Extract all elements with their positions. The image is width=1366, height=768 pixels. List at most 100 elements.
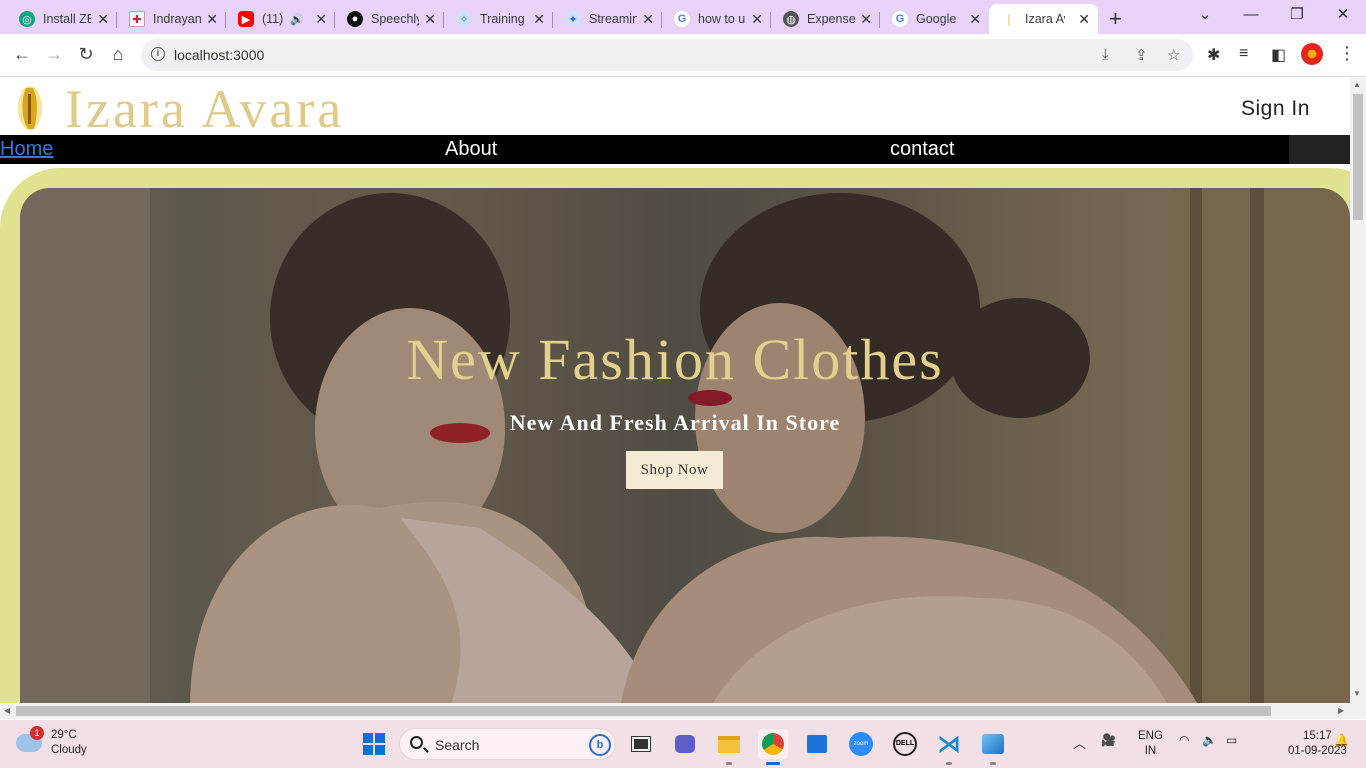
scroll-right-icon[interactable]: ▶ xyxy=(1338,706,1344,715)
browser-tab[interactable]: ✦ Streamin ✕ xyxy=(553,4,662,34)
home-icon[interactable]: ⌂ xyxy=(106,44,130,65)
streamlit-icon: ✦ xyxy=(565,11,581,27)
close-tab-icon[interactable]: ✕ xyxy=(315,11,327,27)
search-icon xyxy=(410,736,423,749)
browser-tab[interactable]: G Google ✕ xyxy=(880,4,989,34)
browser-tab-active[interactable]: ❘ Izara Av ✕ xyxy=(989,4,1098,34)
nav-about-link[interactable]: About xyxy=(445,138,497,161)
shop-now-button[interactable]: Shop Now xyxy=(626,451,723,489)
close-tab-icon[interactable]: ✕ xyxy=(533,11,545,27)
bookmark-star-icon[interactable]: ☆ xyxy=(1167,46,1180,64)
media-controls-icon[interactable]: ≡ xyxy=(1239,45,1248,63)
site-logo-icon: ❘ xyxy=(1004,13,1014,26)
new-tab-button[interactable]: + xyxy=(1109,6,1122,32)
sign-in-link[interactable]: Sign In xyxy=(1241,97,1310,121)
browser-tab[interactable]: ✧ Training ✕ xyxy=(444,4,553,34)
show-hidden-icons-icon[interactable]: ︿ xyxy=(1073,733,1086,752)
scroll-left-icon[interactable]: ◀ xyxy=(4,706,10,715)
extensions-icon[interactable]: ✱ xyxy=(1207,45,1220,65)
active-app-indicator xyxy=(766,762,780,765)
window-controls: ⌄ — ❐ ✕ xyxy=(1182,0,1366,34)
vscode-icon[interactable]: ⋊ xyxy=(934,729,964,759)
file-explorer-icon[interactable] xyxy=(714,729,744,759)
vertical-scrollbar[interactable]: ▲ ▼ xyxy=(1350,78,1366,703)
browser-tab[interactable]: ▶ (11) 🔊 ✕ xyxy=(226,4,335,34)
brand-name[interactable]: Izara Avara xyxy=(65,78,344,140)
photos-icon[interactable] xyxy=(978,729,1008,759)
running-app-indicator xyxy=(946,762,952,765)
tab-search-icon[interactable]: ⌄ xyxy=(1182,0,1228,34)
browser-tab[interactable]: ✚ Indrayani ✕ xyxy=(117,4,226,34)
language-indicator[interactable]: ENG IN xyxy=(1138,729,1163,759)
meet-now-icon[interactable]: 🎥 xyxy=(1101,733,1116,747)
share-icon[interactable]: ⇪ xyxy=(1135,46,1148,64)
teams-chat-icon[interactable] xyxy=(670,729,700,759)
audio-playing-icon[interactable]: 🔊 xyxy=(290,13,304,26)
close-tab-icon[interactable]: ✕ xyxy=(97,11,109,27)
nav-filler xyxy=(1289,135,1350,164)
weather-widget[interactable]: 1 29°C Cloudy xyxy=(16,726,87,758)
running-app-indicator xyxy=(990,762,996,765)
reload-icon[interactable]: ↻ xyxy=(74,44,98,65)
taskbar-search[interactable]: Search b xyxy=(399,728,616,760)
browser-toolbar: ← → ↻ ⌂ i localhost:3000 ⤓ ⇪ ☆ ✱ ≡ ◧ ⋮ xyxy=(0,34,1366,77)
microsoft-store-icon[interactable] xyxy=(802,729,832,759)
notification-center-icon[interactable]: 🔔 xyxy=(1334,733,1349,747)
forward-icon[interactable]: → xyxy=(42,44,66,65)
address-bar[interactable]: i localhost:3000 ⤓ ⇪ ☆ xyxy=(141,39,1193,71)
battery-icon[interactable]: ▭ xyxy=(1226,733,1237,747)
browser-menu-icon[interactable]: ⋮ xyxy=(1338,43,1356,64)
horizontal-scroll-thumb[interactable] xyxy=(16,706,1271,716)
site-info-icon[interactable]: i xyxy=(151,47,165,61)
task-view-icon[interactable] xyxy=(626,729,656,759)
url-text[interactable]: localhost:3000 xyxy=(174,47,264,63)
github-icon: ● xyxy=(347,11,363,27)
close-tab-icon[interactable]: ✕ xyxy=(860,11,872,27)
side-panel-icon[interactable]: ◧ xyxy=(1271,45,1286,65)
back-icon[interactable]: ← xyxy=(10,44,34,65)
restore-button[interactable]: ❐ xyxy=(1274,0,1320,34)
close-window-button[interactable]: ✕ xyxy=(1320,0,1366,34)
web-page: Izara Avara Sign In Home About contact N… xyxy=(0,78,1350,703)
close-tab-icon[interactable]: ✕ xyxy=(424,11,436,27)
zoom-icon[interactable]: zoom xyxy=(846,729,876,759)
hero-subtitle: New And Fresh Arrival In Store xyxy=(509,410,841,435)
dell-icon[interactable]: DELL xyxy=(890,729,920,759)
chrome-icon[interactable] xyxy=(758,729,788,759)
google-icon: G xyxy=(674,11,690,27)
nav-contact-link[interactable]: contact xyxy=(890,138,954,161)
scroll-up-icon[interactable]: ▲ xyxy=(1353,80,1361,89)
browser-tab[interactable]: ◎ Install ZE ✕ xyxy=(0,4,117,34)
browser-tab[interactable]: G how to u ✕ xyxy=(662,4,771,34)
nav-home-link[interactable]: Home xyxy=(0,138,53,161)
close-tab-icon[interactable]: ✕ xyxy=(642,11,654,27)
windows-taskbar: 1 29°C Cloudy Search b zoom DELL ⋊ ︿ 🎥 E… xyxy=(0,720,1366,768)
browser-tab[interactable]: ◍ Expense ✕ xyxy=(771,4,880,34)
close-tab-icon[interactable]: ✕ xyxy=(751,11,763,27)
site-header: Izara Avara Sign In xyxy=(0,78,1350,139)
install-app-icon[interactable]: ⤓ xyxy=(1102,46,1109,63)
hero-banner: New Fashion Clothes New And Fresh Arriva… xyxy=(20,188,1350,703)
minimize-button[interactable]: — xyxy=(1228,0,1274,34)
browser-tab[interactable]: ● Speechly ✕ xyxy=(335,4,444,34)
vertical-scroll-thumb[interactable] xyxy=(1353,94,1363,220)
wifi-icon[interactable]: ◠ xyxy=(1179,733,1189,747)
close-tab-icon[interactable]: ✕ xyxy=(1078,11,1090,27)
scroll-down-icon[interactable]: ▼ xyxy=(1353,689,1361,698)
windows-icon xyxy=(363,733,385,755)
brand-logo-icon xyxy=(18,86,42,130)
hero-title: New Fashion Clothes xyxy=(406,327,944,392)
main-nav: Home About contact xyxy=(0,135,1289,164)
horizontal-scrollbar[interactable]: ◀ ▶ xyxy=(0,703,1366,719)
volume-icon[interactable]: 🔈 xyxy=(1202,733,1217,747)
profile-avatar[interactable] xyxy=(1301,43,1323,65)
hero-overlay xyxy=(20,188,1350,703)
globe-icon: ◍ xyxy=(783,11,799,27)
search-label: Search xyxy=(435,737,480,753)
weather-temp: 29°C xyxy=(51,729,77,741)
close-tab-icon[interactable]: ✕ xyxy=(206,11,218,27)
notification-badge: 1 xyxy=(30,726,44,740)
close-tab-icon[interactable]: ✕ xyxy=(969,11,981,27)
start-button[interactable] xyxy=(359,729,389,759)
bing-icon[interactable]: b xyxy=(589,734,611,756)
